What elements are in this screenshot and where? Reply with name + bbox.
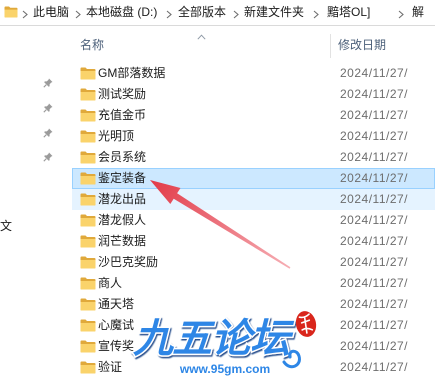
folder-name: 测试奖励 xyxy=(98,87,147,101)
modified-date: 2024/11/27/ xyxy=(340,297,409,311)
folder-row[interactable]: 商人 2024/11/27/ xyxy=(72,273,435,294)
folder-name: 宣传奖 xyxy=(98,339,135,353)
modified-date: 2024/11/27/ xyxy=(340,360,409,374)
nav-quick-access-item[interactable] xyxy=(0,122,62,142)
folder-icon xyxy=(4,6,18,18)
sort-up-icon xyxy=(197,29,206,40)
modified-date: 2024/11/27/ xyxy=(340,171,409,185)
folder-row[interactable]: 心魔试 2024/11/27/ xyxy=(72,315,435,336)
modified-date: 2024/11/27/ xyxy=(340,150,409,164)
folder-name: 鉴定装备 xyxy=(98,171,147,185)
folder-icon xyxy=(80,277,96,290)
folder-icon xyxy=(80,235,96,248)
folder-icon xyxy=(80,109,96,122)
breadcrumb-all-versions[interactable]: 全部版本 xyxy=(178,5,226,20)
modified-date: 2024/11/27/ xyxy=(340,276,409,290)
breadcrumb-game-folder[interactable]: 黯塔OL] xyxy=(327,5,370,20)
folder-icon xyxy=(80,88,96,101)
address-bar[interactable]: 此电脑 本地磁盘 (D:) 全部版本 新建文件夹 黯塔OL] 解 xyxy=(0,0,435,26)
pin-icon xyxy=(43,151,53,162)
folder-name: 润芒数据 xyxy=(98,234,147,248)
folder-row[interactable]: 潜龙假人 2024/11/27/ xyxy=(72,210,435,231)
folder-icon xyxy=(80,256,96,269)
folder-name: 会员系统 xyxy=(98,150,147,164)
breadcrumb-local-disk-d[interactable]: 本地磁盘 (D:) xyxy=(86,5,157,20)
folder-row[interactable]: 润芒数据 2024/11/27/ xyxy=(72,231,435,252)
pin-icon xyxy=(43,77,53,88)
nav-quick-access-item[interactable] xyxy=(0,72,62,92)
folder-name: 心魔试 xyxy=(98,318,135,332)
folder-row[interactable]: 测试奖励 2024/11/27/ xyxy=(72,84,435,105)
folder-row[interactable]: GM部落数据 2024/11/27/ xyxy=(72,63,435,84)
modified-date: 2024/11/27/ xyxy=(340,318,409,332)
folder-icon xyxy=(80,172,96,185)
folder-row[interactable]: 潜龙出品 2024/11/27/ xyxy=(72,189,435,210)
column-header-modified[interactable]: 修改日期 xyxy=(338,38,386,52)
column-header-name[interactable]: 名称 xyxy=(80,38,104,52)
modified-date: 2024/11/27/ xyxy=(340,339,409,353)
chevron-right-icon[interactable] xyxy=(313,8,319,19)
folder-name: 通天塔 xyxy=(98,297,135,311)
breadcrumb-current-folder[interactable]: 解 xyxy=(412,5,424,20)
folder-row[interactable]: 充值金币 2024/11/27/ xyxy=(72,105,435,126)
folder-name: 潜龙出品 xyxy=(98,192,147,206)
folder-name: 验证 xyxy=(98,360,123,374)
folder-row[interactable]: 验证 2024/11/27/ xyxy=(72,357,435,378)
folder-icon xyxy=(80,319,96,332)
folder-icon xyxy=(80,340,96,353)
folder-row[interactable]: 鉴定装备 2024/11/27/ xyxy=(72,168,435,189)
folder-name: 商人 xyxy=(98,276,123,290)
column-resize-handle[interactable] xyxy=(330,34,331,58)
chevron-right-icon[interactable] xyxy=(75,8,81,19)
breadcrumb-new-folder[interactable]: 新建文件夹 xyxy=(244,5,304,20)
modified-date: 2024/11/27/ xyxy=(340,108,409,122)
file-list: GM部落数据 2024/11/27/测试奖励 2024/11/27/充值金币 2024… xyxy=(72,63,435,378)
folder-icon xyxy=(80,67,96,80)
nav-quick-access-item[interactable] xyxy=(0,97,62,117)
folder-name: 充值金币 xyxy=(98,108,147,122)
file-explorer-window: 此电脑 本地磁盘 (D:) 全部版本 新建文件夹 黯塔OL] 解 文 名称 修改… xyxy=(0,0,435,379)
folder-row[interactable]: 通天塔 2024/11/27/ xyxy=(72,294,435,315)
pin-icon xyxy=(43,127,53,138)
folder-icon xyxy=(80,361,96,374)
modified-date: 2024/11/27/ xyxy=(340,234,409,248)
chevron-right-icon[interactable] xyxy=(233,8,239,19)
modified-date: 2024/11/27/ xyxy=(340,213,409,227)
folder-row[interactable]: 光明顶 2024/11/27/ xyxy=(72,126,435,147)
folder-name: 潜龙假人 xyxy=(98,213,147,227)
folder-icon xyxy=(80,193,96,206)
modified-date: 2024/11/27/ xyxy=(340,87,409,101)
modified-date: 2024/11/27/ xyxy=(340,66,409,80)
modified-date: 2024/11/27/ xyxy=(340,255,409,269)
folder-name: GM部落数据 xyxy=(98,66,166,80)
modified-date: 2024/11/27/ xyxy=(340,129,409,143)
pin-icon xyxy=(43,102,53,113)
folder-icon xyxy=(80,130,96,143)
chevron-right-icon[interactable] xyxy=(398,8,404,19)
folder-icon xyxy=(80,151,96,164)
folder-name: 沙巴克奖励 xyxy=(98,255,159,269)
folder-icon xyxy=(80,214,96,227)
folder-row[interactable]: 会员系统 2024/11/27/ xyxy=(72,147,435,168)
nav-quick-access-item[interactable] xyxy=(0,146,62,166)
nav-item-clipped[interactable]: 文 xyxy=(0,215,62,235)
chevron-right-icon[interactable] xyxy=(22,8,28,19)
breadcrumb-this-pc[interactable]: 此电脑 xyxy=(33,5,69,20)
folder-icon xyxy=(80,298,96,311)
folder-row[interactable]: 沙巴克奖励 2024/11/27/ xyxy=(72,252,435,273)
folder-row[interactable]: 宣传奖 2024/11/27/ xyxy=(72,336,435,357)
folder-name: 光明顶 xyxy=(98,129,135,143)
nav-item-label: 文 xyxy=(0,219,13,233)
modified-date: 2024/11/27/ xyxy=(340,192,409,206)
chevron-right-icon[interactable] xyxy=(166,8,172,19)
